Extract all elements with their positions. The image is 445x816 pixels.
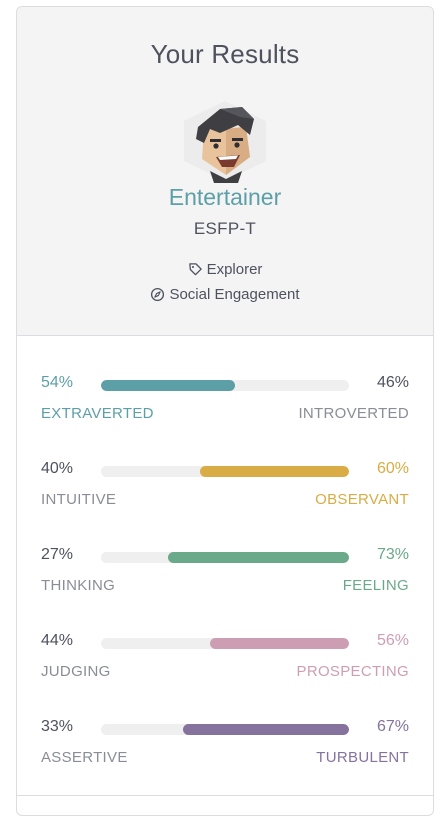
trait-bar <box>101 466 349 477</box>
strategy-label: Social Engagement <box>169 286 300 303</box>
trait-left-label: INTUITIVE <box>41 491 117 508</box>
trait-bar <box>101 380 349 391</box>
role-row: Explorer <box>17 261 433 278</box>
trait-left-percent: 27% <box>41 546 74 563</box>
trait-bar <box>101 552 349 563</box>
trait-left-label: EXTRAVERTED <box>41 405 154 422</box>
trait-bar-fill <box>182 724 349 735</box>
trait-left-label: JUDGING <box>41 663 111 680</box>
trait-right-label: TURBULENT <box>316 749 409 766</box>
trait-row-tactics: 44% 56% JUDGING PROSPECTING <box>41 632 409 692</box>
trait-right-percent: 60% <box>376 460 409 477</box>
trait-row-identity: 33% 67% ASSERTIVE TURBULENT <box>41 718 409 778</box>
trait-left-percent: 33% <box>41 718 74 735</box>
trait-right-percent: 56% <box>376 632 409 649</box>
trait-left-percent: 44% <box>41 632 74 649</box>
trait-bar-fill <box>167 552 349 563</box>
strategy-row: Social Engagement <box>17 286 433 303</box>
trait-row-mind: 54% 46% EXTRAVERTED INTROVERTED <box>41 374 409 434</box>
trait-right-percent: 46% <box>376 374 409 391</box>
trait-bar-fill <box>200 466 349 477</box>
personality-type-code: ESFP-T <box>193 219 257 238</box>
trait-left-label: ASSERTIVE <box>41 749 128 766</box>
trait-left-percent: 54% <box>41 374 74 391</box>
trait-left-label: THINKING <box>41 577 116 594</box>
results-card: Your Results Entertainer ESFP-T Explorer… <box>16 6 434 816</box>
bottom-divider <box>17 795 433 796</box>
trait-bar-fill <box>101 380 235 391</box>
trait-right-label: INTROVERTED <box>298 405 409 422</box>
trait-right-label: OBSERVANT <box>315 491 409 508</box>
trait-right-label: FEELING <box>342 577 409 594</box>
results-header: Your Results Entertainer ESFP-T Explorer… <box>17 7 433 336</box>
compass-icon <box>151 287 165 302</box>
trait-bar <box>101 638 349 649</box>
personality-avatar <box>180 99 270 183</box>
trait-bar-fill <box>210 638 349 649</box>
trait-right-percent: 73% <box>376 546 409 563</box>
trait-right-label: PROSPECTING <box>296 663 409 680</box>
trait-left-percent: 40% <box>41 460 74 477</box>
page-title: Your Results <box>150 39 300 69</box>
role-label: Explorer <box>206 261 263 278</box>
trait-right-percent: 67% <box>376 718 409 735</box>
trait-row-nature: 27% 73% THINKING FEELING <box>41 546 409 606</box>
tag-icon <box>188 263 202 276</box>
trait-row-energy: 40% 60% INTUITIVE OBSERVANT <box>41 460 409 520</box>
personality-type-name: Entertainer <box>168 184 282 210</box>
trait-bar <box>101 724 349 735</box>
